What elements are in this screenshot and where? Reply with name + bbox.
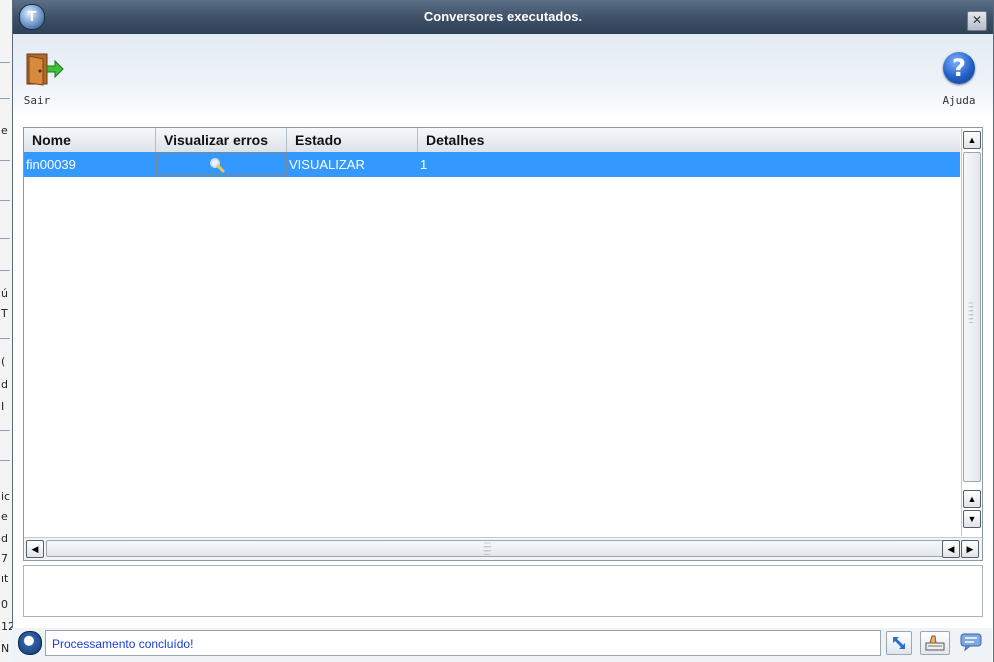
restore-icon[interactable] (886, 631, 912, 655)
background-text: ic (1, 490, 11, 503)
background-text: d (1, 532, 8, 545)
help-button[interactable]: ? Ajuda (933, 34, 985, 114)
exit-button[interactable]: Sair (13, 34, 64, 114)
scroll-left-button[interactable]: ◀ (26, 540, 44, 558)
status-bar: Processamento concluído! (12, 628, 992, 662)
status-logo-icon (18, 631, 42, 655)
column-header-estado[interactable]: Estado (287, 128, 418, 152)
scroll-up-button-lower[interactable]: ▲ (963, 490, 981, 508)
table-header: Nome Visualizar erros Estado Detalhes (24, 128, 960, 153)
keyboard-icon[interactable] (920, 631, 950, 655)
background-text: T (1, 307, 8, 320)
status-message: Processamento concluído! (45, 630, 881, 656)
background-text: 7 (1, 552, 8, 565)
keyboard-hand-icon (925, 635, 945, 651)
help-icon: ? (943, 52, 975, 84)
toolbar: Sair ? Ajuda (13, 34, 993, 118)
background-text: I (1, 400, 5, 413)
resize-arrow-icon (892, 636, 906, 650)
title-bar[interactable]: T Conversores executados. ✕ (13, 0, 993, 34)
background-text: N (1, 642, 10, 655)
column-header-visualizar-erros[interactable]: Visualizar erros (156, 128, 287, 152)
exit-door-icon (26, 53, 64, 86)
close-button[interactable]: ✕ (967, 11, 987, 31)
background-text: ú (1, 287, 8, 300)
converters-table: Nome Visualizar erros Estado Detalhes fi… (23, 127, 983, 561)
speech-bubble-icon (960, 633, 982, 652)
chat-icon[interactable] (958, 631, 984, 655)
view-errors-button[interactable] (156, 153, 287, 175)
vertical-scrollbar[interactable]: ▲ :::::::::::::::::::: ▲ ▼ (961, 128, 982, 536)
background-divider (0, 62, 10, 63)
background-divider (0, 98, 10, 99)
background-divider (0, 338, 10, 339)
exit-label: Sair (23, 94, 51, 107)
scroll-up-button[interactable]: ▲ (963, 131, 981, 149)
cell-detalhes: 1 (420, 157, 428, 172)
background-divider (0, 238, 10, 239)
table-row[interactable]: fin00039 VISUALIZAR 1 (24, 152, 960, 177)
horizontal-scrollbar[interactable]: ◀ :::::::::::::::::: ◀ ▶ (24, 537, 982, 560)
scroll-right-button[interactable]: ▶ (961, 540, 979, 558)
horizontal-scroll-thumb[interactable]: :::::::::::::::::: (46, 540, 946, 557)
grip-icon: :::::::::::::::::: (483, 540, 491, 557)
scroll-left-button-secondary[interactable]: ◀ (942, 540, 960, 558)
background-text: e (1, 510, 8, 523)
background-text: d (1, 378, 8, 391)
detail-panel (23, 565, 983, 617)
grip-icon: :::::::::::::::::::: (968, 300, 974, 325)
background-text: e (1, 124, 8, 137)
background-text: 0 (1, 598, 8, 611)
background-divider (0, 460, 10, 461)
help-label: Ajuda (942, 94, 976, 107)
background-text: ( (1, 355, 6, 368)
background-divider (0, 200, 10, 201)
window-title: Conversores executados. (423, 9, 583, 24)
background-text: ıt (1, 572, 9, 585)
cell-estado: VISUALIZAR (289, 157, 365, 172)
background-divider (0, 160, 10, 161)
column-header-nome[interactable]: Nome (24, 128, 156, 152)
cell-nome: fin00039 (26, 157, 76, 172)
scroll-down-button[interactable]: ▼ (963, 510, 981, 528)
vertical-scroll-thumb[interactable]: :::::::::::::::::::: (963, 152, 981, 482)
background-divider (0, 430, 10, 431)
background-divider (0, 270, 10, 271)
search-icon (210, 158, 225, 173)
column-header-detalhes[interactable]: Detalhes (418, 128, 960, 152)
